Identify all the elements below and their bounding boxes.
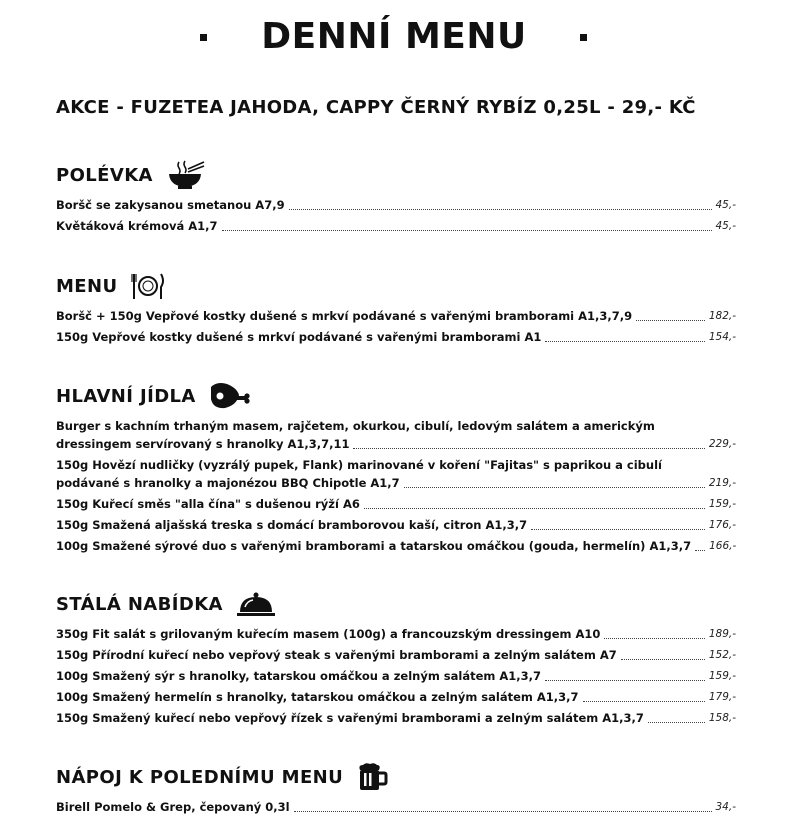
item-name: Květáková krémová A1,7 (56, 219, 218, 233)
menu-page: DENNÍ MENU AKCE - FUZETEA JAHODA, CAPPY … (0, 0, 788, 834)
menu-item: 150g Kuřecí směs "alla čína" s dušenou r… (56, 495, 736, 513)
item-name-line1: 150g Hovězí nudličky (vyzrálý pupek, Fla… (56, 458, 662, 472)
dotted-leader (353, 448, 705, 449)
item-price: 152,- (708, 649, 736, 661)
item-price: 159,- (708, 670, 736, 682)
menu-item: 150g Smažená aljašská treska s domácí br… (56, 516, 736, 534)
dotted-leader (221, 230, 712, 231)
dotted-leader (604, 638, 705, 639)
dotted-leader (293, 811, 712, 812)
item-price: 154,- (708, 331, 736, 343)
item-name: 150g Přírodní kuřecí nebo vepřový steak … (56, 648, 617, 662)
menu-item: Burger s kachním trhaným masem, rajčetem… (56, 417, 736, 453)
dotted-leader (545, 680, 705, 681)
dotted-leader (695, 550, 706, 551)
title-right-dot (580, 34, 587, 41)
menu-item: 150g Hovězí nudličky (vyzrálý pupek, Fla… (56, 456, 736, 492)
item-price: 189,- (708, 628, 736, 640)
item-price: 34,- (715, 801, 737, 813)
menu-item: Boršč se zakysanou smetanou A7,9 45,- (56, 196, 736, 214)
section-header: POLÉVKA (56, 160, 736, 196)
item-name: 150g Vepřové kostky dušené s mrkví podáv… (56, 330, 542, 344)
item-name: 100g Smažený sýr s hranolky, tatarskou o… (56, 669, 542, 683)
item-name: podávané s hranolky a majonézou BBQ Chip… (56, 476, 400, 490)
item-name: 350g Fit salát s grilovaným kuřecím mase… (56, 627, 601, 641)
dotted-leader (620, 659, 705, 660)
menu-item: 150g Smažený kuřecí nebo vepřový řízek s… (56, 709, 736, 727)
section-polevka: POLÉVKA Boršč se zakysanou smetanou A7,9… (56, 160, 736, 238)
item-price: 219,- (708, 477, 736, 489)
menu-item: 150g Vepřové kostky dušené s mrkví podáv… (56, 328, 736, 346)
item-price: 158,- (708, 712, 736, 724)
dotted-leader (636, 320, 705, 321)
ham-leg-icon (209, 381, 251, 411)
page-title: DENNÍ MENU (261, 16, 527, 57)
section-stala-nabidka: STÁLÁ NABÍDKA 350g Fit salát s grilovaný… (56, 589, 736, 730)
cloche-icon (236, 589, 276, 619)
item-name: Birell Pomelo & Grep, čepovaný 0,3l (56, 800, 290, 814)
promo-banner: AKCE - FUZETEA JAHODA, CAPPY ČERNÝ RYBÍZ… (56, 97, 696, 118)
section-header: HLAVNÍ JÍDLA (56, 381, 736, 417)
section-header: MENU (56, 271, 736, 307)
section-napoj: NÁPOJ K POLEDNÍMU MENU Birell Pomelo & G… (56, 762, 736, 819)
section-title: POLÉVKA (56, 164, 153, 186)
section-header: STÁLÁ NABÍDKA (56, 589, 736, 625)
dotted-leader (403, 487, 705, 488)
item-name: 150g Kuřecí směs "alla čína" s dušenou r… (56, 497, 360, 511)
menu-item: Květáková krémová A1,7 45,- (56, 217, 736, 235)
dotted-leader (647, 722, 705, 723)
section-header: NÁPOJ K POLEDNÍMU MENU (56, 762, 736, 798)
dotted-leader (582, 701, 705, 702)
section-title: MENU (56, 275, 118, 297)
item-price: 45,- (715, 220, 737, 232)
section-title: HLAVNÍ JÍDLA (56, 385, 196, 407)
dotted-leader (531, 529, 705, 530)
menu-item: Birell Pomelo & Grep, čepovaný 0,3l 34,- (56, 798, 736, 816)
item-price: 166,- (709, 540, 737, 552)
item-name-line1: Burger s kachním trhaným masem, rajčetem… (56, 419, 655, 433)
plate-cutlery-icon (130, 271, 165, 301)
menu-item: 100g Smažené sýrové duo s vařenými bramb… (56, 537, 736, 555)
dotted-leader (545, 341, 705, 342)
title-row: DENNÍ MENU (0, 12, 788, 64)
dotted-leader (363, 508, 705, 509)
menu-item: 100g Smažený hermelín s hranolky, tatars… (56, 688, 736, 706)
menu-item: Boršč + 150g Vepřové kostky dušené s mrk… (56, 307, 736, 325)
beer-mug-icon (356, 762, 388, 792)
section-menu: MENU Boršč + 150g Vepřové kostky dušené … (56, 271, 736, 349)
item-name: 150g Smažený kuřecí nebo vepřový řízek s… (56, 711, 644, 725)
item-price: 229,- (708, 438, 736, 450)
section-title: NÁPOJ K POLEDNÍMU MENU (56, 766, 344, 788)
item-name: Boršč se zakysanou smetanou A7,9 (56, 198, 285, 212)
item-price: 45,- (715, 199, 737, 211)
item-name: 100g Smažený hermelín s hranolky, tatars… (56, 690, 579, 704)
menu-item: 150g Přírodní kuřecí nebo vepřový steak … (56, 646, 736, 664)
item-price: 176,- (708, 519, 736, 531)
section-title: STÁLÁ NABÍDKA (56, 593, 223, 615)
soup-bowl-icon (166, 160, 206, 190)
item-name: 150g Smažená aljašská treska s domácí br… (56, 518, 528, 532)
section-hlavni-jidla: HLAVNÍ JÍDLA Burger s kachním trhaným ma… (56, 381, 736, 558)
menu-item: 350g Fit salát s grilovaným kuřecím mase… (56, 625, 736, 643)
item-price: 182,- (708, 310, 736, 322)
item-name: Boršč + 150g Vepřové kostky dušené s mrk… (56, 309, 633, 323)
item-name: dressingem servírovaný s hranolky A1,3,7… (56, 437, 350, 451)
item-name: 100g Smažené sýrové duo s vařenými bramb… (56, 539, 692, 553)
menu-item: 100g Smažený sýr s hranolky, tatarskou o… (56, 667, 736, 685)
dotted-leader (288, 209, 712, 210)
item-price: 159,- (708, 498, 736, 510)
item-price: 179,- (708, 691, 736, 703)
